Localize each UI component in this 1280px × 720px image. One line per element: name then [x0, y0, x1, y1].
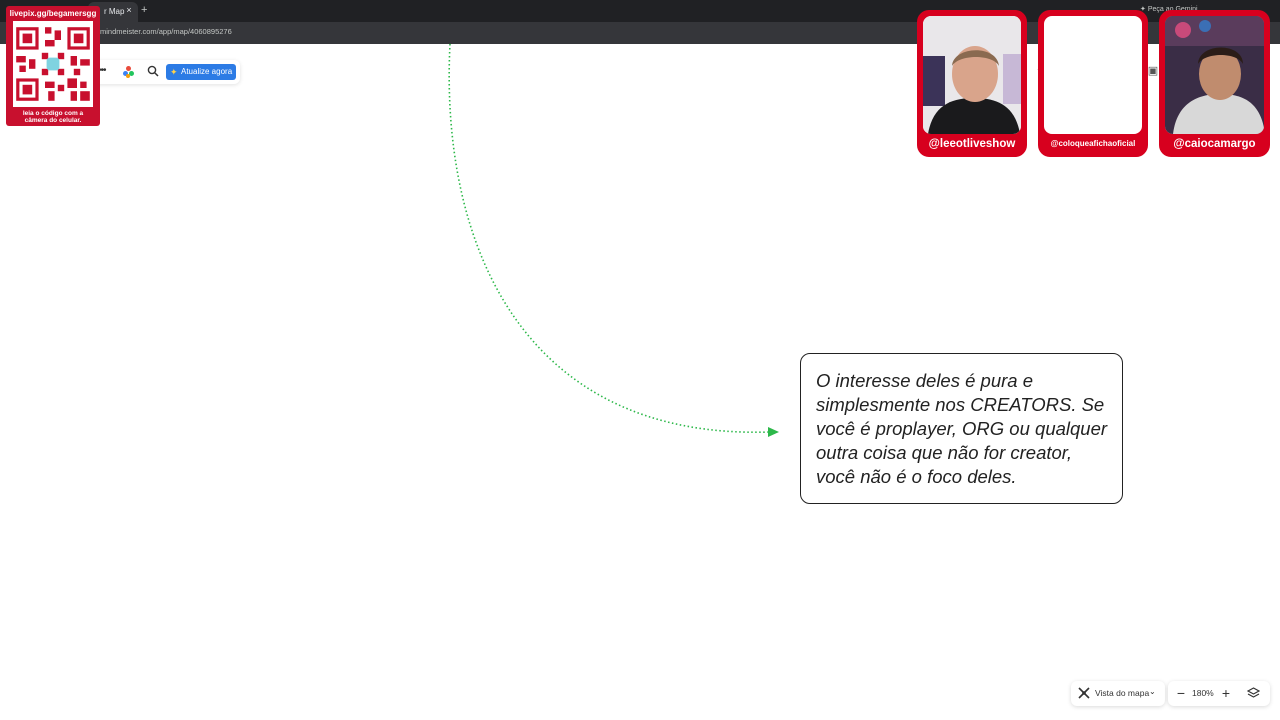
zoom-out-button[interactable]: −	[1174, 685, 1188, 701]
connector-arrowhead	[768, 427, 779, 437]
mindmap-node[interactable]: O interesse deles é pura e simplesmente …	[800, 353, 1123, 504]
node-text: O interesse deles é pura e simplesmente …	[816, 370, 1108, 487]
qr-overlay: livepix.gg/begamersgg leia o código com …	[6, 6, 100, 126]
webcam-handle: @coloqueafichaoficial	[1050, 139, 1136, 148]
webcam-feed	[923, 16, 1021, 134]
zoom-level: 180%	[1192, 688, 1214, 698]
search-icon[interactable]	[147, 65, 159, 77]
theme-colors-icon[interactable]	[123, 66, 135, 78]
webcam-overlay: @coloqueafichaoficial	[1038, 10, 1148, 157]
webcam-handle: @leeotliveshow	[928, 138, 1016, 150]
screen: r Map × + ✦ Peça ao Gemini mindmeister.c…	[0, 0, 1280, 720]
qr-code-icon	[13, 21, 93, 107]
connector-path	[448, 43, 771, 433]
webcam-feed	[1165, 16, 1264, 134]
qr-caption: leia o código com a câmera do celular.	[6, 110, 100, 124]
layers-icon[interactable]	[1247, 687, 1260, 700]
person-icon	[1165, 16, 1264, 134]
map-view-icon	[1078, 687, 1090, 699]
qr-title: livepix.gg/begamersgg	[9, 9, 97, 18]
webcam-handle: @caiocamargo	[1173, 138, 1256, 150]
upgrade-label: Atualize agora	[181, 67, 233, 76]
webcam-overlay: @leeotliveshow	[917, 10, 1027, 157]
webcam-feed	[1044, 16, 1142, 134]
qr-caption-line1: leia o código com a	[22, 110, 84, 117]
map-view-label: Vista do mapa	[1095, 688, 1150, 698]
person-icon	[923, 16, 1021, 134]
zoom-in-button[interactable]: +	[1219, 685, 1233, 701]
sparkle-icon: ✦	[170, 67, 178, 77]
present-icon[interactable]: ▣	[1147, 65, 1159, 77]
webcam-overlay: @caiocamargo	[1159, 10, 1270, 157]
qr-caption-line2: câmera do celular.	[24, 117, 82, 124]
map-toolbar: ••• ✦ Atualize agora	[90, 60, 240, 84]
chevron-down-icon: ⌄	[1149, 687, 1156, 696]
zoom-controls: − 180% +	[1168, 681, 1270, 706]
upgrade-button[interactable]: ✦ Atualize agora	[166, 64, 236, 80]
map-view-dropdown[interactable]: Vista do mapa ⌄	[1071, 681, 1165, 706]
